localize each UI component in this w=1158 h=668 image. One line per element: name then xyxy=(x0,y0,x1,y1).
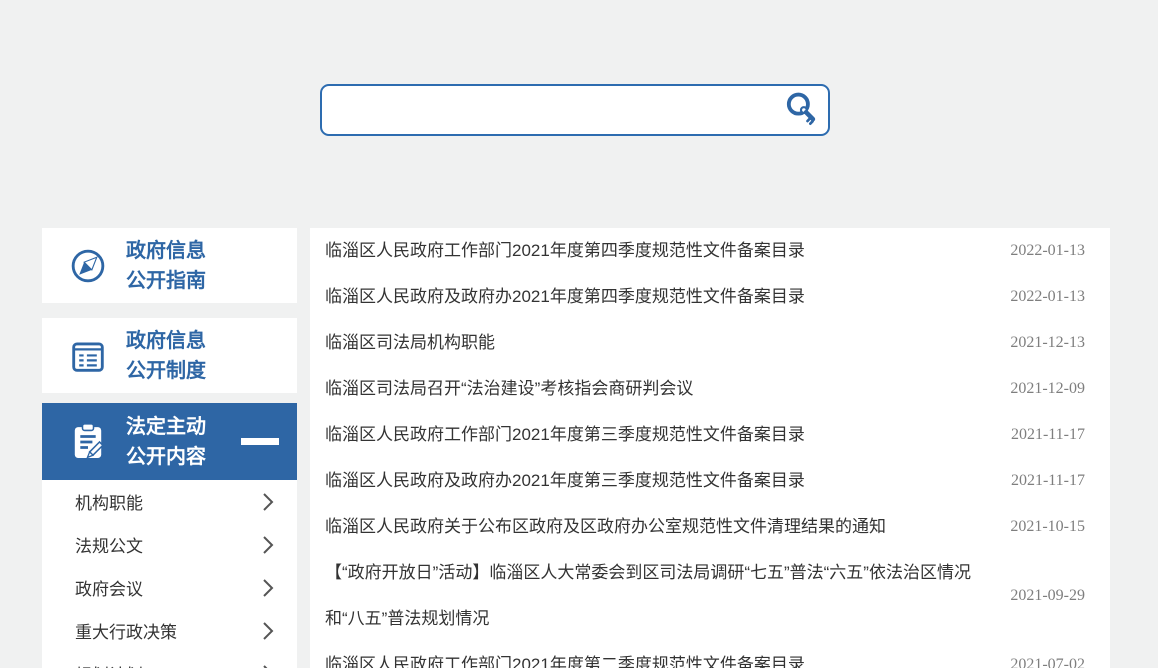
list-item[interactable]: 临淄区人民政府工作部门2021年度第三季度规范性文件备案目录 2021-11-1… xyxy=(310,412,1110,458)
chevron-right-icon xyxy=(261,577,275,599)
sidebar-item-label: 法定主动 公开内容 xyxy=(126,412,206,472)
article-date: 2021-12-13 xyxy=(1010,334,1085,352)
article-date: 2021-11-17 xyxy=(1011,472,1085,490)
menu-item-label: 重大行政决策 xyxy=(75,618,177,643)
list-item[interactable]: 临淄区人民政府关于公布区政府及区政府办公室规范性文件清理结果的通知 2021-1… xyxy=(310,504,1110,550)
page: 政府信息 公开指南 政府信息 公开制度 xyxy=(0,0,1158,668)
article-date: 2021-12-09 xyxy=(1010,380,1085,398)
menu-item-label: 政府会议 xyxy=(75,575,143,600)
article-date: 2021-07-02 xyxy=(1010,656,1085,668)
search-input[interactable] xyxy=(322,86,776,134)
article-title[interactable]: 临淄区人民政府关于公布区政府及区政府办公室规范性文件清理结果的通知 xyxy=(325,504,990,550)
list-item[interactable]: 【“政府开放日”活动】临淄区人大常委会到区司法局调研“七五”普法“六五”依法治区… xyxy=(310,550,1110,642)
search-icon xyxy=(782,90,822,130)
article-date: 2022-01-13 xyxy=(1010,288,1085,306)
sidebar-item-label: 政府信息 公开制度 xyxy=(126,326,206,386)
list-item[interactable]: 临淄区人民政府及政府办2021年度第三季度规范性文件备案目录 2021-11-1… xyxy=(310,458,1110,504)
article-title[interactable]: 临淄区人民政府工作部门2021年度第三季度规范性文件备案目录 xyxy=(325,412,991,458)
compass-icon xyxy=(66,244,112,288)
article-title[interactable]: 临淄区司法局召开“法治建设”考核指会商研判会议 xyxy=(325,366,990,412)
sidebar-item-open-system[interactable]: 政府信息 公开制度 xyxy=(42,318,297,393)
article-list: 临淄区人民政府工作部门2021年度第四季度规范性文件备案目录 2022-01-1… xyxy=(310,228,1110,668)
sidebar-item-regulations[interactable]: 法规公文 xyxy=(42,523,297,566)
chevron-right-icon xyxy=(261,663,275,668)
list-item[interactable]: 临淄区人民政府工作部门2021年度第四季度规范性文件备案目录 2022-01-1… xyxy=(310,228,1110,274)
menu-item-label: 规划计划 xyxy=(75,661,143,668)
list-item[interactable]: 临淄区人民政府工作部门2021年度第二季度规范性文件备案目录 2021-07-0… xyxy=(310,642,1110,668)
menu-item-label: 机构职能 xyxy=(75,489,143,514)
list-item[interactable]: 临淄区人民政府及政府办2021年度第四季度规范性文件备案目录 2022-01-1… xyxy=(310,274,1110,320)
chevron-right-icon xyxy=(261,534,275,556)
sidebar-item-major-decisions[interactable]: 重大行政决策 xyxy=(42,609,297,652)
list-item[interactable]: 临淄区司法局机构职能 2021-12-13 xyxy=(310,320,1110,366)
article-title[interactable]: 临淄区人民政府及政府办2021年度第四季度规范性文件备案目录 xyxy=(325,274,990,320)
search-button[interactable] xyxy=(776,86,828,134)
menu-item-label: 法规公文 xyxy=(75,532,143,557)
sidebar-item-gov-meetings[interactable]: 政府会议 xyxy=(42,566,297,609)
article-title[interactable]: 临淄区人民政府工作部门2021年度第二季度规范性文件备案目录 xyxy=(325,642,990,668)
sidebar: 政府信息 公开指南 政府信息 公开制度 xyxy=(42,228,297,668)
sidebar-submenu: 机构职能 法规公文 政府会议 重大行政决策 xyxy=(42,480,297,668)
article-date: 2021-11-17 xyxy=(1011,426,1085,444)
article-date: 2021-10-15 xyxy=(1010,518,1085,536)
sidebar-item-statutory-disclosure[interactable]: 法定主动 公开内容 xyxy=(42,403,297,480)
search-box xyxy=(320,84,830,136)
sidebar-item-label: 政府信息 公开指南 xyxy=(126,236,206,296)
sidebar-item-plans[interactable]: 规划计划 xyxy=(42,652,297,668)
sidebar-item-open-guide[interactable]: 政府信息 公开指南 xyxy=(42,228,297,303)
article-title[interactable]: 临淄区人民政府工作部门2021年度第四季度规范性文件备案目录 xyxy=(325,228,990,274)
article-title[interactable]: 临淄区人民政府及政府办2021年度第三季度规范性文件备案目录 xyxy=(325,458,991,504)
clipboard-pencil-icon xyxy=(66,420,112,464)
article-date: 2022-01-13 xyxy=(1010,242,1085,260)
article-date: 2021-09-29 xyxy=(1010,587,1085,605)
chevron-right-icon xyxy=(261,620,275,642)
article-title[interactable]: 【“政府开放日”活动】临淄区人大常委会到区司法局调研“七五”普法“六五”依法治区… xyxy=(325,550,990,642)
collapse-minus-icon[interactable] xyxy=(241,438,279,445)
sidebar-item-agency-functions[interactable]: 机构职能 xyxy=(42,480,297,523)
list-item[interactable]: 临淄区司法局召开“法治建设”考核指会商研判会议 2021-12-09 xyxy=(310,366,1110,412)
chevron-right-icon xyxy=(261,491,275,513)
article-title[interactable]: 临淄区司法局机构职能 xyxy=(325,320,990,366)
notebook-icon xyxy=(66,334,112,378)
